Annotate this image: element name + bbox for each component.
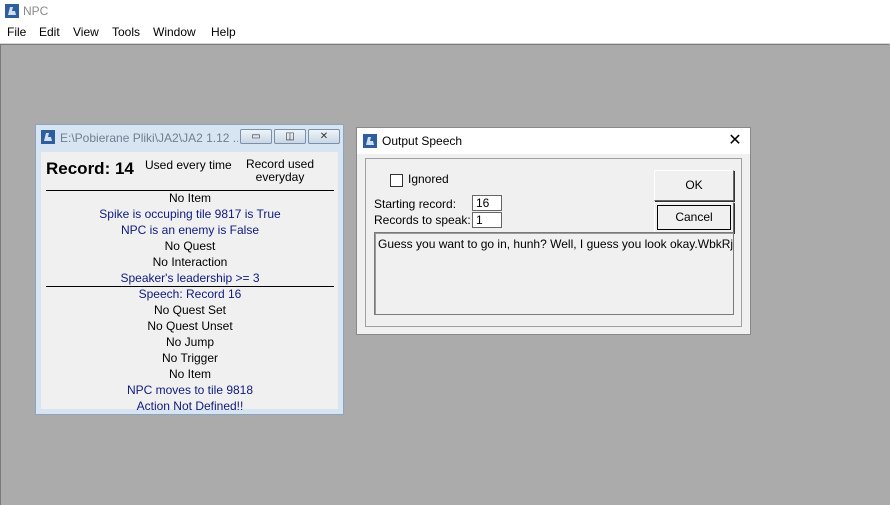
app-icon (5, 4, 19, 18)
menu-view[interactable]: View (73, 25, 99, 39)
minimize-icon: ▭ (251, 131, 261, 142)
dialog-body: Ignored Starting record: 16 Records to s… (365, 158, 742, 327)
app-icon (41, 130, 55, 144)
cancel-button[interactable]: Cancel (654, 202, 734, 233)
restore-icon: ◫ (285, 131, 295, 142)
menu-window[interactable]: Window (153, 25, 196, 39)
starting-record-label: Starting record: (374, 197, 457, 211)
condition-interaction: No Interaction (152, 255, 228, 269)
condition-leadership: Speaker's leadership >= 3 (120, 271, 260, 285)
record-used-everyday-label: Record used everyday (245, 157, 315, 184)
close-button[interactable]: ✕ (308, 129, 340, 144)
condition-tile: Spike is occuping tile 9817 is True (99, 207, 281, 221)
action-trigger: No Trigger (161, 351, 219, 365)
app-title: NPC (23, 4, 49, 18)
ignored-label: Ignored (408, 172, 449, 186)
record-number: Record: 14 (46, 159, 134, 178)
ok-button[interactable]: OK (654, 170, 734, 201)
action-move: NPC moves to tile 9818 (126, 383, 254, 397)
action-jump: No Jump (165, 335, 215, 349)
menu-edit[interactable]: Edit (39, 25, 60, 39)
action-quest-set: No Quest Set (153, 303, 227, 317)
records-to-speak-label: Records to speak: (374, 213, 471, 227)
ignored-checkbox[interactable] (390, 174, 403, 187)
starting-record-field[interactable]: 16 (472, 195, 502, 211)
menu-bar: File Edit View Tools Window Help (0, 22, 890, 44)
npc-record-window: E:\Pobierane Pliki\JA2\JA2 1.12 ... ▭ ◫ … (35, 124, 344, 415)
app-title-bar: NPC (0, 0, 890, 22)
action-item: No Item (168, 367, 211, 381)
output-speech-dialog: Output Speech ✕ Ignored Starting record:… (356, 127, 751, 335)
condition-enemy: NPC is an enemy is False (120, 223, 260, 237)
action-quest-unset: No Quest Unset (147, 319, 233, 333)
close-icon[interactable]: ✕ (725, 131, 745, 151)
condition-quest: No Quest (164, 239, 216, 253)
menu-file[interactable]: File (7, 25, 26, 39)
used-every-time-label: Used every time (145, 158, 232, 172)
restore-button[interactable]: ◫ (274, 129, 306, 144)
action-speech: Speech: Record 16 (138, 287, 242, 301)
npc-window-title: E:\Pobierane Pliki\JA2\JA2 1.12 ... (60, 131, 238, 145)
npc-record-panel: Record: 14 Used every time Record used e… (41, 152, 338, 413)
speech-text: Guess you want to go in, hunh? Well, I g… (378, 237, 734, 251)
condition-item: No Item (168, 191, 211, 205)
speech-text-box[interactable]: Guess you want to go in, hunh? Well, I g… (374, 232, 734, 315)
records-to-speak-field[interactable]: 1 (472, 212, 502, 228)
minimize-button[interactable]: ▭ (240, 129, 272, 144)
dialog-titlebar[interactable]: Output Speech ✕ (357, 128, 750, 154)
menu-tools[interactable]: Tools (112, 25, 140, 39)
dialog-title: Output Speech (382, 134, 463, 148)
action-not-defined: Action Not Defined!! (136, 399, 244, 413)
menu-help[interactable]: Help (211, 25, 236, 39)
npc-window-titlebar[interactable]: E:\Pobierane Pliki\JA2\JA2 1.12 ... ▭ ◫ … (36, 125, 343, 149)
close-icon: ✕ (319, 131, 329, 142)
app-icon (363, 134, 377, 148)
